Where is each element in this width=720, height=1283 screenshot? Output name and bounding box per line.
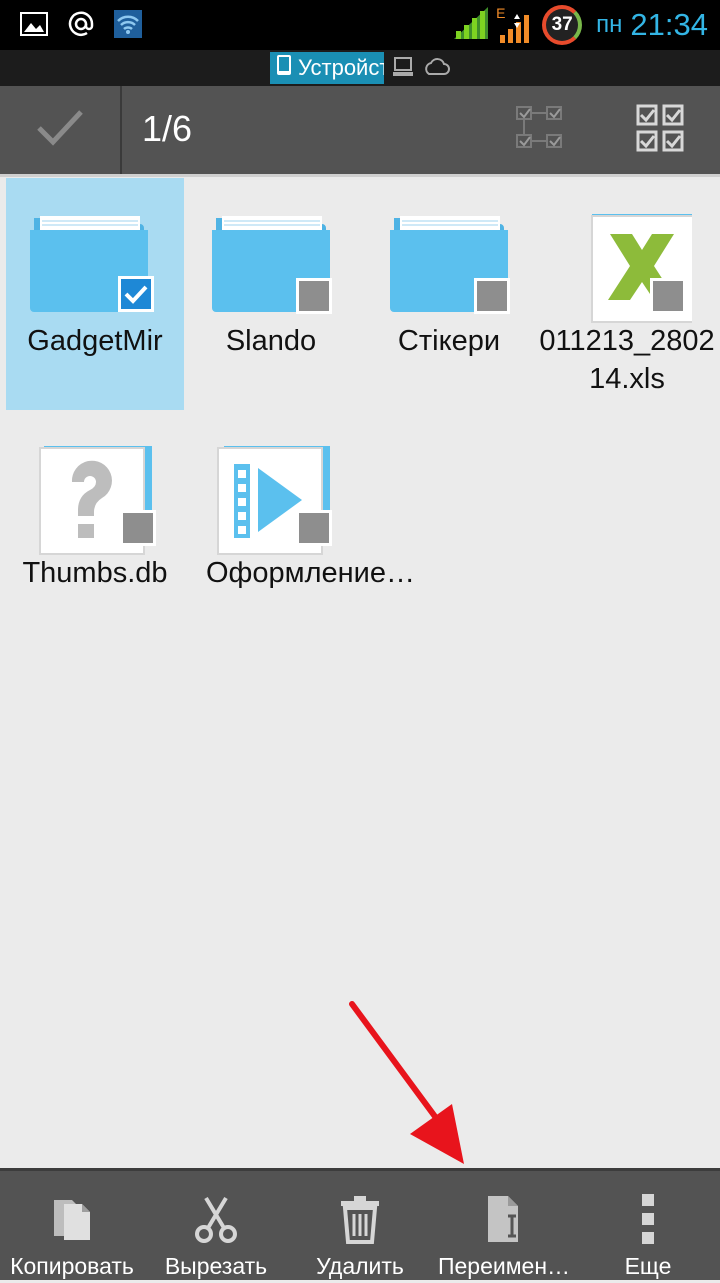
selection-checkbox[interactable] <box>650 278 686 314</box>
selection-checkbox[interactable] <box>120 510 156 546</box>
action-bar-divider <box>120 86 122 174</box>
file-item-thumbs-db[interactable]: Thumbs.db <box>6 410 184 642</box>
select-range-button[interactable] <box>510 100 570 160</box>
selection-checkbox[interactable] <box>296 278 332 314</box>
select-all-button[interactable] <box>630 100 690 160</box>
file-name: Стікери <box>397 325 501 357</box>
delete-label: Удалить <box>316 1253 404 1279</box>
file-name: GadgetMir <box>27 325 163 357</box>
gallery-icon <box>20 12 48 41</box>
battery-icon: 37 <box>542 5 583 45</box>
wifi-icon <box>114 10 142 43</box>
trash-icon <box>338 1191 382 1247</box>
file-name: Оформление… <box>206 557 416 589</box>
file-item-gadgetmir[interactable]: GadgetMir <box>6 178 184 410</box>
data-signal-icon: E <box>496 5 534 45</box>
scissors-icon <box>194 1191 238 1247</box>
location-tab-label: Устройство <box>298 55 384 80</box>
rename-button[interactable]: Переимен… <box>432 1171 576 1283</box>
phone-icon <box>276 54 292 82</box>
check-icon <box>35 108 85 153</box>
selection-checkbox[interactable] <box>474 278 510 314</box>
clock: 21:34 <box>630 7 708 42</box>
file-item-xls[interactable]: 011213_280214.xls <box>538 178 716 410</box>
selection-count: 1/6 <box>142 108 193 149</box>
rename-label: Переимен… <box>437 1253 571 1279</box>
annotation-arrow <box>349 1001 464 1164</box>
selection-checkbox[interactable] <box>296 510 332 546</box>
more-button[interactable]: Еще <box>576 1171 720 1283</box>
day-label: пн <box>596 11 623 38</box>
location-tab-device[interactable]: Устройство <box>270 52 384 84</box>
select-range-icon <box>513 103 567 158</box>
at-icon <box>68 11 94 42</box>
computer-icon[interactable] <box>392 56 414 83</box>
more-icon <box>638 1191 658 1247</box>
bottom-action-bar: Копировать Вырезать Удалить Переимен… Ещ… <box>0 1168 720 1280</box>
delete-button[interactable]: Удалить <box>288 1171 432 1283</box>
signal-icon <box>454 6 489 44</box>
status-bar: E 37 пн 21:34 <box>0 0 720 50</box>
cloud-icon[interactable] <box>422 56 450 83</box>
cut-label: Вырезать <box>164 1253 268 1279</box>
file-item-slando[interactable]: Slando <box>182 178 360 410</box>
more-label: Еще <box>624 1253 672 1279</box>
file-item-stikery[interactable]: Стікери <box>360 178 538 410</box>
copy-label: Копировать <box>10 1253 134 1279</box>
battery-level: 37 <box>551 14 573 35</box>
copy-icon <box>50 1191 94 1247</box>
file-name: Slando <box>225 325 317 357</box>
copy-button[interactable]: Копировать <box>0 1171 144 1283</box>
selection-checkbox[interactable] <box>118 276 154 312</box>
file-item-video[interactable]: Оформление… <box>182 410 416 642</box>
done-button[interactable] <box>0 86 120 174</box>
file-name: Thumbs.db <box>22 557 168 589</box>
select-all-icon <box>635 103 685 158</box>
rename-icon <box>482 1191 526 1247</box>
cut-button[interactable]: Вырезать <box>144 1171 288 1283</box>
location-bar: Устройство <box>0 50 720 86</box>
file-name: 011213_280214.xls <box>539 325 715 395</box>
action-bar-shadow <box>0 174 720 177</box>
selection-action-bar: 1/6 <box>0 86 720 174</box>
